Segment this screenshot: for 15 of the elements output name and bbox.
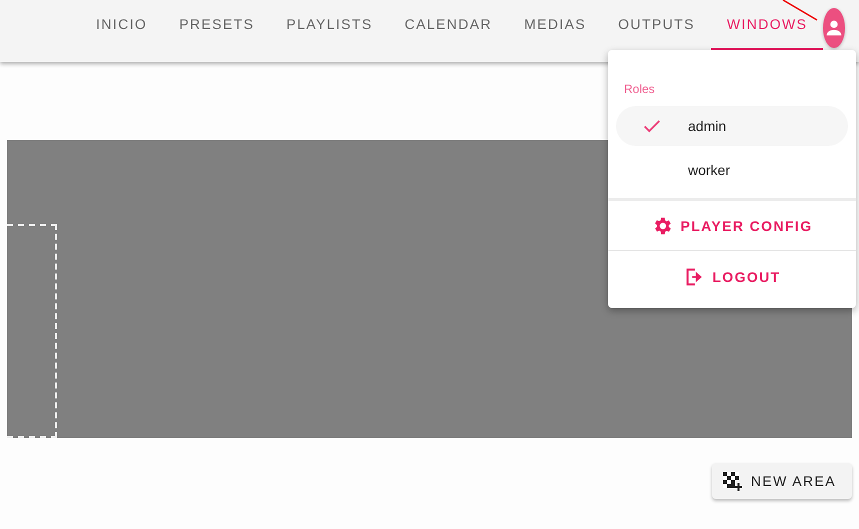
checker-add-icon [722,471,742,491]
nav-tab[interactable]: PLAYLISTS [270,0,389,50]
new-area-button[interactable]: NEW AREA [712,463,852,499]
role-item[interactable]: admin [616,106,848,146]
user-avatar-button[interactable] [823,8,846,48]
menu-action-button[interactable]: PLAYER CONFIG [608,198,856,250]
menu-action-button[interactable]: LOGOUT [608,250,856,302]
nav-tab[interactable]: INICIO [80,0,164,50]
dashed-area[interactable] [7,224,57,438]
nav-tab[interactable]: CALENDAR [388,0,508,50]
role-item[interactable]: worker [616,150,848,190]
menu-section-title: Roles [623,82,656,96]
nav-tab[interactable]: MEDIAS [508,0,602,50]
nav-tab[interactable]: OUTPUTS [602,0,711,50]
nav-tab[interactable]: PRESETS [163,0,270,50]
